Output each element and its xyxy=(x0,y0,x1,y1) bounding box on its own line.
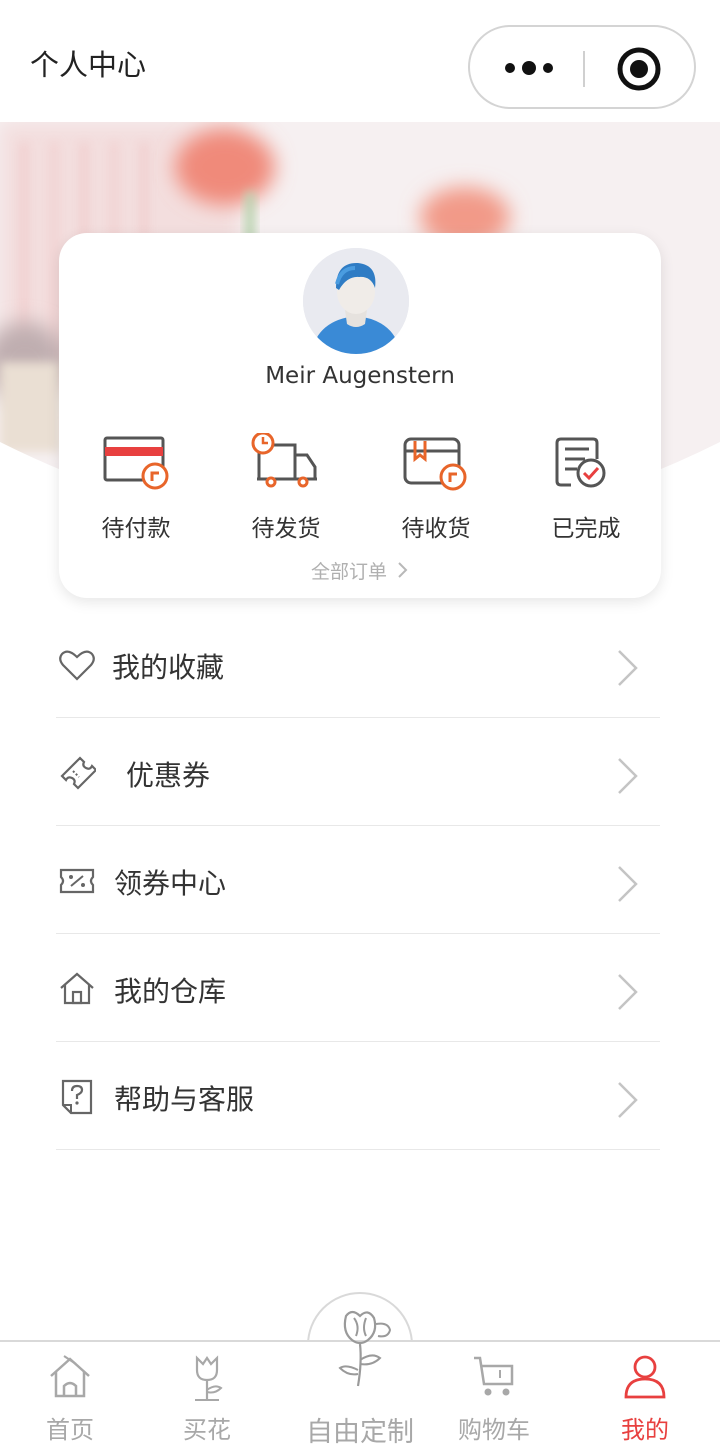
order-label: 已完成 xyxy=(551,516,621,542)
box-receive-icon xyxy=(403,437,467,491)
username: Meir Augenstern xyxy=(265,363,455,389)
menu-item-label: 帮助与客服 xyxy=(114,1083,255,1116)
chevron-right-icon xyxy=(618,650,638,686)
chevron-right-icon xyxy=(618,866,638,902)
nav-mine[interactable]: 我的 xyxy=(585,1350,705,1450)
order-label: 待发货 xyxy=(251,516,321,542)
profile-card: Meir Augenstern 待付款 待发货 待收货 已完成 全部订单 xyxy=(59,233,661,598)
chevron-right-icon xyxy=(618,974,638,1010)
nav-buy-flowers[interactable]: 买花 xyxy=(147,1350,267,1450)
person-icon xyxy=(624,1355,666,1399)
menu-item-coupon-center[interactable]: 领券中心 xyxy=(56,826,660,934)
flower-icon xyxy=(195,1355,223,1401)
avatar[interactable] xyxy=(303,248,409,354)
chevron-right-icon xyxy=(398,562,408,578)
avatar-person-icon xyxy=(303,248,409,354)
menu-item-label: 领券中心 xyxy=(114,867,227,900)
order-completed[interactable]: 已完成 xyxy=(511,429,661,549)
truck-icon xyxy=(251,433,317,488)
house-icon xyxy=(60,972,94,1005)
menu-item-label: 优惠券 xyxy=(126,759,211,792)
order-pending-payment[interactable]: 待付款 xyxy=(61,429,211,549)
menu-item-favorites[interactable]: 我的收藏 xyxy=(56,610,660,718)
order-label: 待付款 xyxy=(101,516,171,542)
order-pending-shipment[interactable]: 待发货 xyxy=(211,429,361,549)
rose-icon xyxy=(338,1310,392,1387)
help-icon xyxy=(61,1079,93,1115)
chevron-right-icon xyxy=(618,1082,638,1118)
done-list-icon xyxy=(555,437,606,488)
menu-item-coupons[interactable]: 优惠券 xyxy=(56,718,660,826)
top-bar: 个人中心 xyxy=(0,0,720,122)
close-target-icon[interactable] xyxy=(616,46,662,92)
capsule-divider xyxy=(583,51,585,87)
menu-item-help[interactable]: 帮助与客服 xyxy=(56,1042,660,1150)
more-dots-icon[interactable] xyxy=(504,57,556,79)
page-title: 个人中心 xyxy=(30,48,147,82)
cart-icon xyxy=(474,1356,514,1396)
ticket-icon xyxy=(60,756,96,790)
order-status-row: 待付款 待发货 待收货 已完成 xyxy=(59,429,661,549)
nav-label: 买花 xyxy=(183,1416,231,1444)
order-pending-receipt[interactable]: 待收货 xyxy=(361,429,511,549)
mini-program-capsule xyxy=(468,25,696,109)
all-orders-link[interactable]: 全部订单 xyxy=(59,557,661,584)
menu-item-warehouse[interactable]: 我的仓库 xyxy=(56,934,660,1042)
nav-label: 我的 xyxy=(621,1416,669,1444)
card-pay-icon xyxy=(103,436,169,490)
order-label: 待收货 xyxy=(401,516,471,542)
nav-label: 首页 xyxy=(46,1416,94,1444)
all-orders-label: 全部订单 xyxy=(310,561,387,583)
menu-item-label: 我的仓库 xyxy=(114,975,227,1008)
nav-custom-design[interactable]: 自由定制 xyxy=(300,1300,420,1450)
nav-home[interactable]: 首页 xyxy=(10,1350,130,1450)
menu-list: 我的收藏 优惠券 领券中心 我的仓库 帮助与客服 xyxy=(56,610,660,1150)
menu-item-label: 我的收藏 xyxy=(112,651,225,684)
coupon-percent-icon xyxy=(59,868,95,894)
chevron-right-icon xyxy=(618,758,638,794)
heart-icon xyxy=(59,650,95,681)
home-icon xyxy=(50,1355,90,1398)
nav-label: 自由定制 xyxy=(306,1417,414,1448)
nav-cart[interactable]: 购物车 xyxy=(434,1350,554,1450)
nav-label: 购物车 xyxy=(458,1416,530,1444)
